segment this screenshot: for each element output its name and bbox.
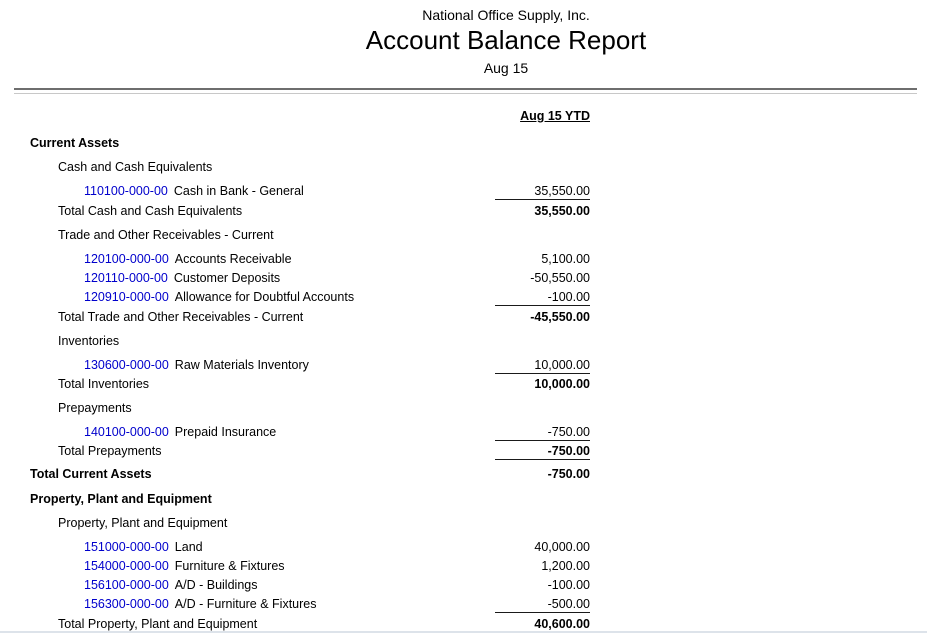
- account-amount: 35,550.00: [495, 182, 590, 200]
- account-row-156100: 156100-000-00 A/D - Buildings -100.00: [0, 576, 927, 595]
- subtotal-inventories: Total Inventories 10,000.00: [0, 375, 927, 394]
- subsection-label: Property, Plant and Equipment: [58, 516, 227, 530]
- account-number-link[interactable]: 154000-000-00: [84, 559, 169, 573]
- account-amount: -100.00: [495, 576, 590, 593]
- subsection-cash-and-cash-equivalents: Cash and Cash Equivalents: [0, 158, 927, 177]
- report-date: Aug 15: [0, 60, 927, 76]
- account-name: Land: [175, 540, 203, 554]
- subsection-label: Cash and Cash Equivalents: [58, 160, 212, 174]
- divider-line-light: [14, 93, 917, 94]
- subtotal-label: Total Trade and Other Receivables - Curr…: [58, 310, 303, 324]
- section-label: Current Assets: [30, 136, 119, 150]
- subtotal-label: Total Prepayments: [58, 444, 162, 458]
- column-header-row: Aug 15 YTD: [0, 107, 927, 126]
- account-name: Allowance for Doubtful Accounts: [175, 290, 354, 304]
- bottom-edge-divider: [0, 631, 927, 633]
- subtotal-trade-receivables: Total Trade and Other Receivables - Curr…: [0, 308, 927, 327]
- subsection-inventories: Inventories: [0, 332, 927, 351]
- report-header: National Office Supply, Inc. Account Bal…: [0, 0, 927, 76]
- section-label: Property, Plant and Equipment: [30, 492, 212, 506]
- subtotal-amount: -45,550.00: [495, 308, 590, 325]
- account-number-link[interactable]: 140100-000-00: [84, 425, 169, 439]
- section-property-plant-equipment: Property, Plant and Equipment: [0, 490, 927, 509]
- account-name: A/D - Furniture & Fixtures: [175, 597, 317, 611]
- subtotal-label: Total Property, Plant and Equipment: [58, 617, 257, 631]
- grandtotal-amount: -750.00: [495, 465, 590, 482]
- subsection-trade-receivables: Trade and Other Receivables - Current: [0, 226, 927, 245]
- account-name: Accounts Receivable: [175, 252, 292, 266]
- account-row-110100: 110100-000-00 Cash in Bank - General 35,5…: [0, 182, 927, 201]
- account-number-link[interactable]: 156100-000-00: [84, 578, 169, 592]
- subtotal-prepayments: Total Prepayments -750.00: [0, 442, 927, 461]
- account-name: Furniture & Fixtures: [175, 559, 285, 573]
- account-number-link[interactable]: 156300-000-00: [84, 597, 169, 611]
- account-name: Customer Deposits: [174, 271, 280, 285]
- subsection-label: Prepayments: [58, 401, 132, 415]
- account-amount: -100.00: [495, 288, 590, 306]
- account-number-link[interactable]: 110100-000-00: [84, 184, 168, 198]
- subsection-label: Trade and Other Receivables - Current: [58, 228, 274, 242]
- account-row-154000: 154000-000-00 Furniture & Fixtures 1,200.…: [0, 557, 927, 576]
- account-number-link[interactable]: 151000-000-00: [84, 540, 169, 554]
- account-name: Raw Materials Inventory: [175, 358, 309, 372]
- subtotal-amount: 35,550.00: [495, 202, 590, 219]
- account-amount: -500.00: [495, 595, 590, 613]
- section-current-assets: Current Assets: [0, 134, 927, 153]
- subtotal-label: Total Cash and Cash Equivalents: [58, 204, 242, 218]
- subtotal-amount: 40,600.00: [495, 615, 590, 632]
- account-name: A/D - Buildings: [175, 578, 258, 592]
- report-title: Account Balance Report: [0, 26, 927, 55]
- account-row-130600: 130600-000-00 Raw Materials Inventory 10,…: [0, 356, 927, 375]
- account-number-link[interactable]: 130600-000-00: [84, 358, 169, 372]
- divider-line-dark: [14, 88, 917, 90]
- company-name: National Office Supply, Inc.: [0, 7, 927, 23]
- account-row-120100: 120100-000-00 Accounts Receivable 5,100.0…: [0, 250, 927, 269]
- account-amount: 40,000.00: [495, 538, 590, 555]
- account-amount: -750.00: [495, 423, 590, 441]
- account-amount: -50,550.00: [495, 269, 590, 286]
- subtotal-label: Total Inventories: [58, 377, 149, 391]
- account-amount: 10,000.00: [495, 356, 590, 374]
- account-number-link[interactable]: 120910-000-00: [84, 290, 169, 304]
- account-amount: 1,200.00: [495, 557, 590, 574]
- account-row-120110: 120110-000-00 Customer Deposits -50,550.0…: [0, 269, 927, 288]
- subtotal-amount: 10,000.00: [495, 375, 590, 392]
- subsection-property-plant-equipment: Property, Plant and Equipment: [0, 514, 927, 533]
- account-name: Cash in Bank - General: [174, 184, 304, 198]
- account-amount: 5,100.00: [495, 250, 590, 267]
- subsection-label: Inventories: [58, 334, 119, 348]
- report-body: Aug 15 YTD Current Assets Cash and Cash …: [0, 107, 927, 634]
- grandtotal-label: Total Current Assets: [30, 467, 152, 481]
- account-number-link[interactable]: 120100-000-00: [84, 252, 169, 266]
- subsection-prepayments: Prepayments: [0, 399, 927, 418]
- account-row-156300: 156300-000-00A/D - Furniture & Fixtures …: [0, 595, 927, 614]
- account-row-140100: 140100-000-00 Prepaid Insurance -750.00: [0, 423, 927, 442]
- account-number-link[interactable]: 120110-000-00: [84, 271, 168, 285]
- subtotal-cash-and-cash-equivalents: Total Cash and Cash Equivalents 35,550.0…: [0, 202, 927, 221]
- column-header-aug15-ytd: Aug 15 YTD: [495, 107, 590, 126]
- account-row-151000: 151000-000-00 Land 40,000.00: [0, 538, 927, 557]
- account-name: Prepaid Insurance: [175, 425, 276, 439]
- grandtotal-current-assets: Total Current Assets -750.00: [0, 465, 927, 484]
- header-divider: [14, 88, 917, 94]
- account-row-120910: 120910-000-00 Allowance for Doubtful Acco…: [0, 288, 927, 307]
- subtotal-amount: -750.00: [495, 442, 590, 460]
